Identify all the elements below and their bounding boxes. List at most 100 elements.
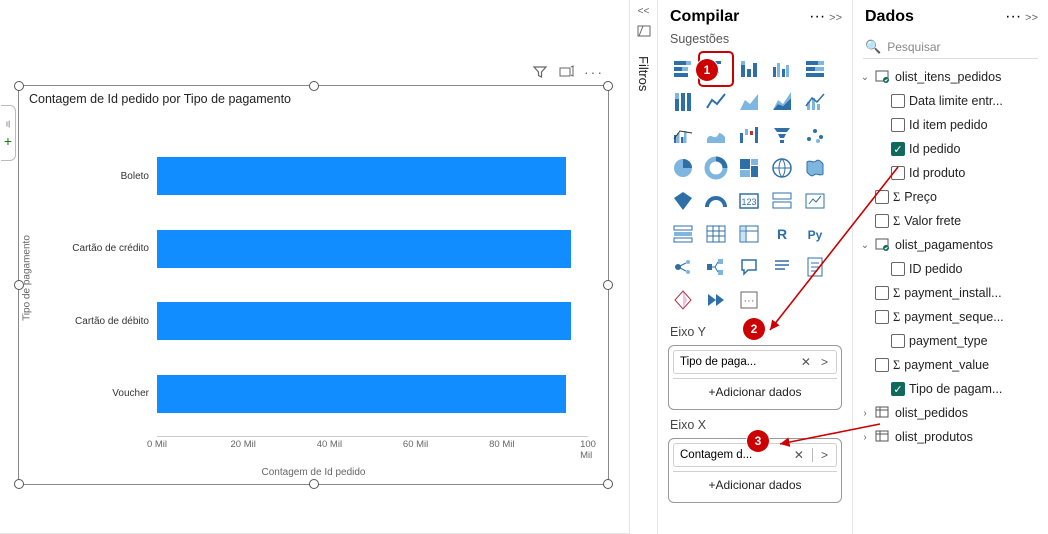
field-node[interactable]: Id item pedido [859,113,1042,137]
resize-handle[interactable] [603,479,613,489]
table-node[interactable]: ⌄olist_itens_pedidos [859,65,1042,89]
focus-mode-icon[interactable] [558,64,574,83]
table-node[interactable]: ⌄olist_pagamentos [859,233,1042,257]
pane-collapse-icon[interactable]: >> [829,12,842,24]
viz-multi-row-card-icon[interactable] [767,186,797,216]
field-checkbox[interactable] [875,286,889,300]
resize-handle[interactable] [309,479,319,489]
viz-100-stacked-column-icon[interactable] [668,87,698,117]
resize-handle[interactable] [603,280,613,290]
viz-slicer-icon[interactable] [668,219,698,249]
viz-ribbon-icon[interactable] [701,120,731,150]
viz-key-influencers-icon[interactable] [668,252,698,282]
viz-smart-narrative-icon[interactable] [767,252,797,282]
field-node[interactable]: ID pedido [859,257,1042,281]
viz-paginated-report-icon[interactable] [800,252,830,282]
resize-handle[interactable] [14,479,24,489]
viz-waterfall-icon[interactable] [734,120,764,150]
field-node[interactable]: payment_type [859,329,1042,353]
resize-handle[interactable] [14,81,24,91]
viz-scatter-icon[interactable] [800,120,830,150]
field-checkbox[interactable] [891,118,905,132]
field-node[interactable]: Data limite entr... [859,89,1042,113]
field-checkbox[interactable] [891,262,905,276]
field-node[interactable]: Σpayment_value [859,353,1042,377]
field-checkbox[interactable] [875,214,889,228]
viz-stacked-bar-icon[interactable] [668,54,698,84]
axis-y-field[interactable]: Tipo de paga... ✕ > [673,350,837,374]
bar[interactable] [157,375,566,413]
filters-collapsed-pane[interactable]: << Filtros [630,0,658,534]
axis-y-add-button[interactable]: +Adicionar dados [673,378,837,405]
viz-100-stacked-bar-icon[interactable] [800,54,830,84]
viz-decomposition-tree-icon[interactable] [701,252,731,282]
remove-field-icon[interactable]: ✕ [799,355,813,369]
field-node[interactable]: ΣPreço [859,185,1042,209]
field-node[interactable]: Σpayment_install... [859,281,1042,305]
pane-more-icon[interactable]: ··· [809,8,825,25]
field-checkbox[interactable] [875,190,889,204]
viz-line-icon[interactable] [701,87,731,117]
viz-donut-icon[interactable] [701,153,731,183]
field-options-icon[interactable]: > [819,448,830,462]
table-node[interactable]: ›olist_produtos [859,425,1042,449]
viz-get-more-icon[interactable]: ··· [734,285,764,315]
field-options-icon[interactable]: > [819,355,830,369]
field-checkbox[interactable]: ✓ [891,382,905,396]
pane-collapse-icon[interactable]: >> [1025,12,1038,24]
search-input[interactable]: 🔍 Pesquisar [863,36,1038,59]
viz-pie-icon[interactable] [668,153,698,183]
field-node[interactable]: Σpayment_seque... [859,305,1042,329]
viz-python-icon[interactable]: Py [800,219,830,249]
field-node[interactable]: ✓Id pedido [859,137,1042,161]
x-tick: 60 Mil [403,439,428,450]
viz-gauge-icon[interactable] [701,186,731,216]
resize-handle[interactable] [309,81,319,91]
field-node[interactable]: ΣValor frete [859,209,1042,233]
viz-card-icon[interactable]: 123 [734,186,764,216]
viz-matrix-icon[interactable] [734,219,764,249]
filter-icon[interactable] [532,64,548,83]
viz-filled-map-icon[interactable] [800,153,830,183]
canvas-side-tool[interactable]: 〢 + [1,105,16,161]
viz-power-apps-icon[interactable] [668,285,698,315]
bar[interactable] [157,157,566,195]
axis-y-well[interactable]: Tipo de paga... ✕ > +Adicionar dados [668,345,842,410]
viz-r-script-icon[interactable]: R [767,219,797,249]
field-checkbox[interactable] [891,166,905,180]
viz-power-automate-icon[interactable] [701,285,731,315]
viz-azure-map-icon[interactable] [668,186,698,216]
viz-qa-icon[interactable] [734,252,764,282]
viz-map-icon[interactable] [767,153,797,183]
field-checkbox[interactable] [891,94,905,108]
viz-kpi-icon[interactable] [800,186,830,216]
field-node[interactable]: ✓Tipo de pagam... [859,377,1042,401]
field-checkbox[interactable] [875,358,889,372]
viz-line-clustered-column-icon[interactable] [668,120,698,150]
report-canvas[interactable]: 〢 + ··· Contagem de Id pedido por Tipo d… [0,0,630,534]
bar[interactable] [157,302,571,340]
viz-area-icon[interactable] [734,87,764,117]
field-checkbox[interactable] [891,334,905,348]
viz-stacked-column-icon[interactable] [734,54,764,84]
bar[interactable] [157,230,571,268]
visual-more-icon[interactable]: ··· [584,64,604,83]
table-node[interactable]: ›olist_pedidos [859,401,1042,425]
field-node[interactable]: Id produto [859,161,1042,185]
expand-filters-icon[interactable]: << [638,6,650,17]
pane-more-icon[interactable]: ··· [1005,8,1021,25]
viz-table-icon[interactable] [701,219,731,249]
filters-format-icon[interactable] [636,23,652,44]
viz-line-stacked-column-icon[interactable] [800,87,830,117]
viz-stacked-area-icon[interactable] [767,87,797,117]
field-checkbox[interactable] [875,310,889,324]
resize-handle[interactable] [14,280,24,290]
resize-handle[interactable] [603,81,613,91]
viz-treemap-icon[interactable] [734,153,764,183]
visual-selection-frame[interactable]: ··· Contagem de Id pedido por Tipo de pa… [18,85,609,485]
viz-clustered-column-icon[interactable] [767,54,797,84]
remove-field-icon[interactable]: ✕ [792,448,806,462]
viz-funnel-icon[interactable] [767,120,797,150]
axis-x-add-button[interactable]: +Adicionar dados [673,471,837,498]
field-checkbox[interactable]: ✓ [891,142,905,156]
